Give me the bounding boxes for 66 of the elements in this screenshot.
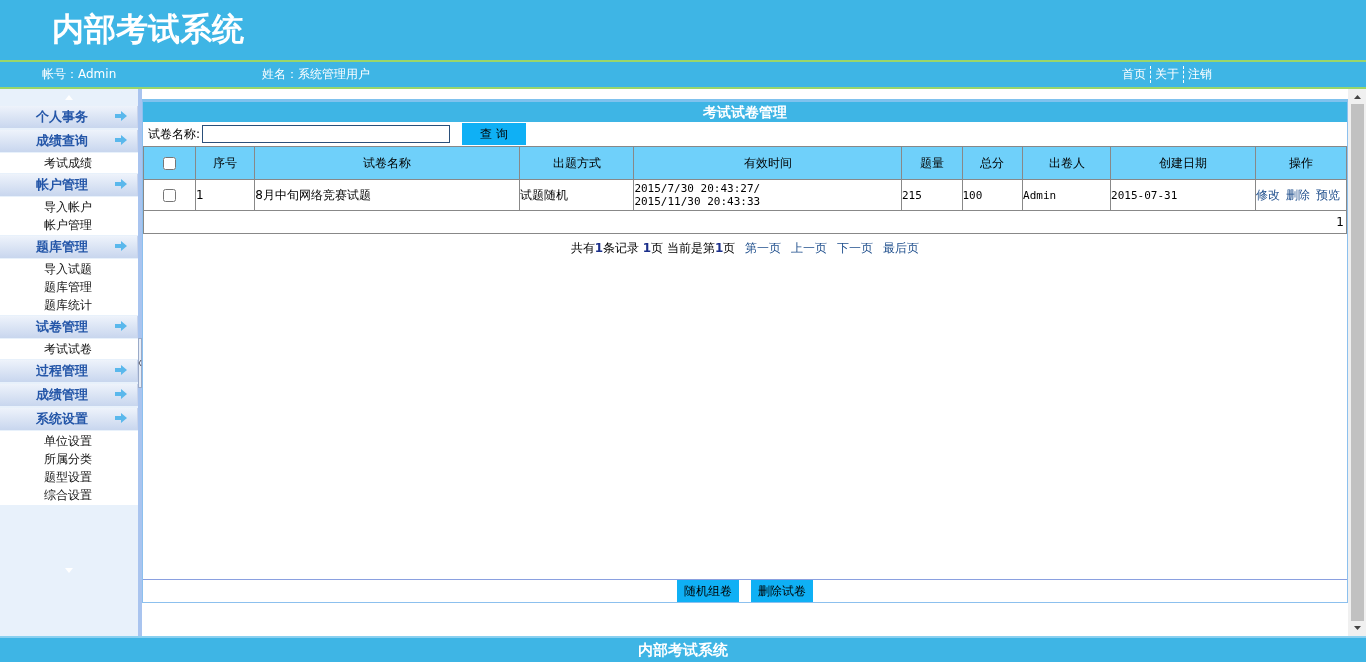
- column-header: 序号: [195, 146, 255, 180]
- table-cell: Admin: [1022, 179, 1111, 211]
- collapse-handle-icon[interactable]: [138, 337, 142, 388]
- scroll-down-icon[interactable]: [1353, 626, 1361, 630]
- table-cell: 100: [962, 179, 1023, 211]
- search-button[interactable]: 查 询: [462, 123, 527, 145]
- app-title: 内部考试系统: [52, 9, 244, 50]
- user-name-label: 姓名：系统管理用户: [262, 66, 371, 83]
- arrow-icon: [115, 179, 127, 189]
- action-button[interactable]: 随机组卷: [677, 580, 739, 602]
- account-label: 帐号：Admin: [42, 66, 118, 83]
- sidebar-group[interactable]: 系统设置: [0, 408, 138, 430]
- column-header: 题量: [901, 146, 962, 180]
- panel-title: 考试试卷管理: [143, 102, 1347, 122]
- table-cell: 2015-07-31: [1110, 179, 1256, 211]
- sidebar-group[interactable]: 个人事务: [0, 106, 138, 128]
- sidebar-group[interactable]: 过程管理: [0, 360, 138, 382]
- action-link[interactable]: 预览: [1315, 187, 1340, 202]
- footer-title: 内部考试系统: [638, 640, 728, 660]
- sidebar-item[interactable]: 综合设置: [44, 486, 92, 504]
- sidebar-group[interactable]: 成绩管理: [0, 384, 138, 406]
- sidebar-group[interactable]: 题库管理: [0, 236, 138, 258]
- select-all-checkbox[interactable]: [163, 156, 177, 170]
- column-header: 操作: [1255, 146, 1347, 180]
- sidebar-item[interactable]: 单位设置: [44, 432, 92, 450]
- table-cell: 215: [901, 179, 962, 211]
- pager-link[interactable]: 第一页: [745, 241, 782, 255]
- pager-link[interactable]: 最后页: [883, 241, 920, 255]
- arrow-icon: [115, 135, 127, 145]
- search-field[interactable]: [202, 125, 451, 143]
- sidebar-item[interactable]: 题库统计: [44, 296, 92, 314]
- column-header: 出卷人: [1022, 146, 1111, 180]
- sidebar-item[interactable]: 导入帐户: [44, 198, 92, 216]
- search-label: 试卷名称:: [148, 125, 201, 143]
- arrow-icon: [115, 111, 127, 121]
- sidebar-group[interactable]: 成绩查询: [0, 130, 138, 152]
- pager-summary: 共有1条记录 1页 当前是第1页: [570, 241, 736, 255]
- row-checkbox[interactable]: [163, 188, 177, 202]
- scroll-up-icon[interactable]: [1353, 95, 1361, 99]
- table-cell: 试题随机: [519, 179, 634, 211]
- action-button[interactable]: 删除试卷: [751, 580, 813, 602]
- column-header: 总分: [962, 146, 1023, 180]
- arrow-icon: [115, 321, 127, 331]
- sidebar-item[interactable]: 导入试题: [44, 260, 92, 278]
- table-cell: 2015/7/30 20:43:27/ 2015/11/30 20:43:33: [633, 179, 902, 211]
- pager-link[interactable]: 下一页: [837, 241, 874, 255]
- action-link[interactable]: 修改: [1255, 187, 1280, 202]
- column-header: 创建日期: [1110, 146, 1256, 180]
- column-header: 出题方式: [519, 146, 634, 180]
- column-header: 试卷名称: [254, 146, 520, 180]
- sidebar-group[interactable]: 帐户管理: [0, 174, 138, 196]
- sidebar-item[interactable]: 题型设置: [44, 468, 92, 486]
- action-link[interactable]: 删除: [1285, 187, 1310, 202]
- sidebar-item[interactable]: 所属分类: [44, 450, 92, 468]
- arrow-icon: [115, 365, 127, 375]
- arrow-icon: [115, 389, 127, 399]
- arrow-icon: [115, 413, 127, 423]
- page-count: 1: [1336, 215, 1344, 229]
- sidebar-group[interactable]: 试卷管理: [0, 316, 138, 338]
- table-cell: 8月中旬网络竞赛试题: [254, 179, 520, 211]
- arrow-icon: [115, 241, 127, 251]
- sidebar-item[interactable]: 题库管理: [44, 278, 92, 296]
- sidebar-item[interactable]: 帐户管理: [44, 216, 92, 234]
- pager-link[interactable]: 上一页: [791, 241, 828, 255]
- table-cell: 1: [195, 179, 255, 211]
- column-header: 有效时间: [633, 146, 902, 180]
